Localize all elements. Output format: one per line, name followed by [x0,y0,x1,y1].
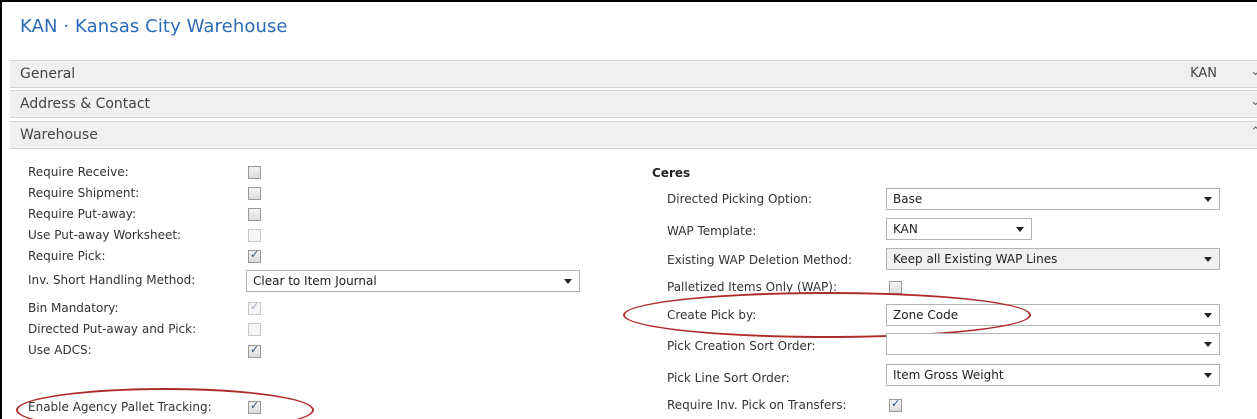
directed-picking-option-label: Directed Picking Option: [667,192,813,206]
inv-short-handling-label: Inv. Short Handling Method: [28,273,196,287]
pick-line-sort-order-value: Item Gross Weight [893,368,1004,382]
pick-creation-sort-order-label: Pick Creation Sort Order: [667,339,816,353]
use-adcs-label: Use ADCS: [28,343,92,357]
directed-picking-option-select[interactable]: Base [886,188,1220,210]
wap-template-label: WAP Template: [667,224,757,238]
require-shipment-label: Require Shipment: [28,186,140,200]
wap-template-value: KAN [893,222,918,236]
fasttab-address-contact[interactable]: Address & Contact ⌄ [10,90,1257,118]
dropdown-arrow-icon [1204,342,1212,347]
require-pick-label: Require Pick: [28,249,106,263]
check-icon: ✓ [250,248,260,261]
dropdown-arrow-icon [564,279,572,284]
require-inv-pick-transfers-checkbox[interactable]: ✓ [889,397,902,412]
check-icon: ✓ [250,300,260,313]
dropdown-arrow-icon [1204,373,1212,378]
dropdown-arrow-icon [1204,257,1212,262]
check-icon: ✓ [891,397,901,410]
fasttab-warehouse[interactable]: Warehouse ⌃ [10,121,1257,149]
require-putaway-checkbox[interactable] [248,208,261,221]
bin-mandatory-checkbox: ✓ [248,300,261,315]
chevron-down-icon[interactable]: ⌄ [1250,94,1257,109]
chevron-up-icon[interactable]: ⌃ [1250,125,1257,140]
check-icon: ✓ [250,343,260,356]
use-putaway-worksheet-label: Use Put-away Worksheet: [28,228,182,242]
require-putaway-label: Require Put-away: [28,207,137,221]
require-inv-pick-transfers-label: Require Inv. Pick on Transfers: [667,398,847,412]
page-title: KAN · Kansas City Warehouse [20,16,288,37]
directed-putaway-pick-checkbox [248,323,261,336]
use-adcs-checkbox[interactable]: ✓ [248,343,261,358]
require-receive-label: Require Receive: [28,165,129,179]
dropdown-arrow-icon [1016,227,1024,232]
existing-wap-deletion-label: Existing WAP Deletion Method: [667,253,853,267]
bin-mandatory-label: Bin Mandatory: [28,301,119,315]
palletized-items-only-checkbox[interactable] [889,281,902,294]
fasttab-general[interactable]: General KAN ⌄ [10,60,1257,88]
wap-template-select[interactable]: KAN [886,218,1032,240]
existing-wap-deletion-select[interactable]: Keep all Existing WAP Lines [886,248,1220,270]
pick-line-sort-order-label: Pick Line Sort Order: [667,371,790,385]
annotation-circle [623,292,1031,338]
directed-putaway-pick-label: Directed Put-away and Pick: [28,322,197,336]
fasttab-general-summary: KAN [1190,66,1217,81]
ceres-group-heading: Ceres [652,166,691,180]
existing-wap-deletion-value: Keep all Existing WAP Lines [893,252,1058,266]
pick-creation-sort-order-select[interactable] [886,333,1220,355]
fasttab-general-label: General [20,66,76,82]
inv-short-handling-select[interactable]: Clear to Item Journal [246,270,580,292]
require-pick-checkbox[interactable]: ✓ [248,248,261,263]
dropdown-arrow-icon [1204,197,1212,202]
require-receive-checkbox[interactable] [248,166,261,179]
inv-short-handling-value: Clear to Item Journal [253,274,377,288]
require-shipment-checkbox[interactable] [248,187,261,200]
directed-picking-option-value: Base [893,192,923,206]
chevron-down-icon[interactable]: ⌄ [1250,64,1257,79]
fasttab-address-label: Address & Contact [20,96,151,112]
dropdown-arrow-icon [1204,313,1212,318]
use-putaway-worksheet-checkbox [248,229,261,242]
pick-line-sort-order-select[interactable]: Item Gross Weight [886,364,1220,386]
fasttab-warehouse-label: Warehouse [20,127,98,143]
